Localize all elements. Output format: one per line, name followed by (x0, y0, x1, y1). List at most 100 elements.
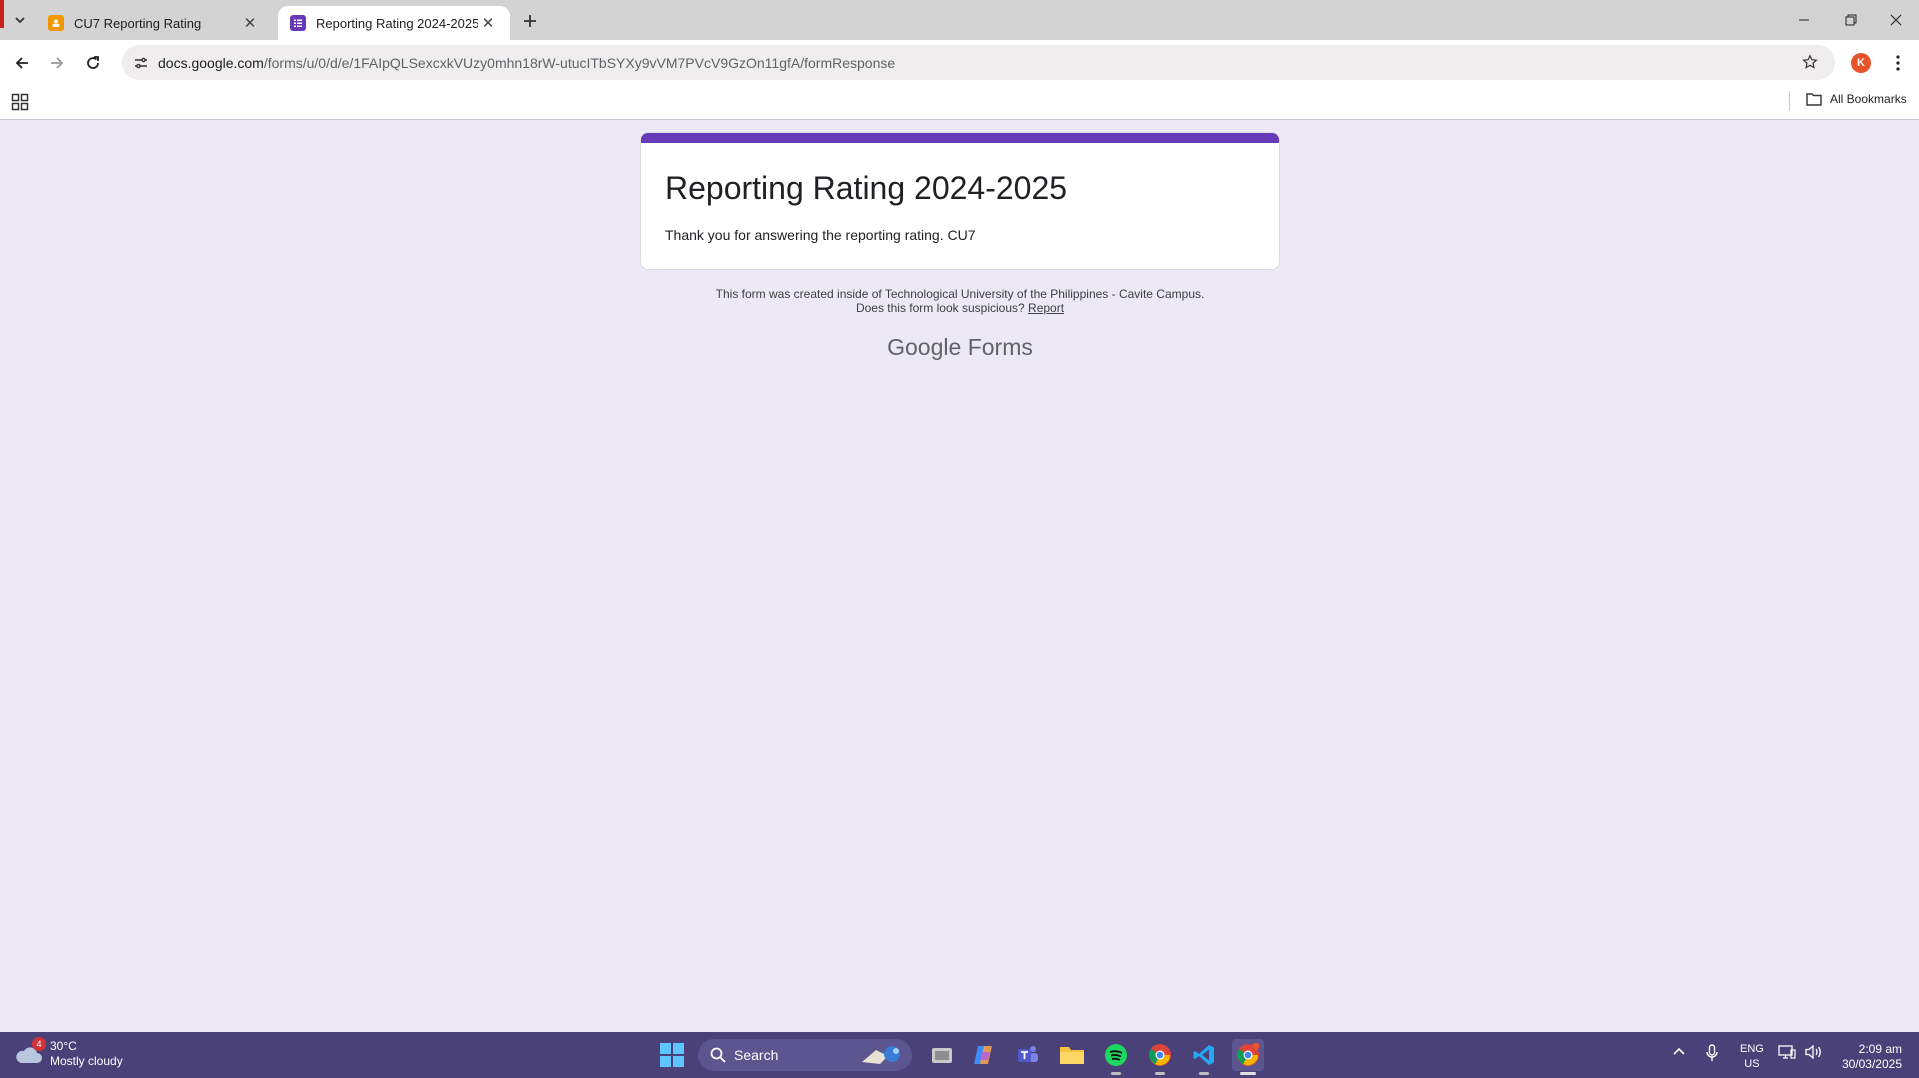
tab-cu7-reporting-rating[interactable]: CU7 Reporting Rating ✕ (36, 6, 272, 40)
tab-strip: CU7 Reporting Rating ✕ Reporting Rating … (0, 0, 1919, 40)
close-icon[interactable]: ✕ (240, 13, 260, 33)
forms-icon (290, 15, 306, 31)
teams-button[interactable] (1012, 1039, 1044, 1071)
network-icon (1778, 1045, 1796, 1059)
arrow-right-icon (51, 57, 64, 69)
vscode-button[interactable] (1188, 1039, 1220, 1075)
chrome-icon (1237, 1043, 1260, 1066)
restore-icon (1845, 14, 1857, 26)
clock-time: 2:09 am (1858, 1042, 1902, 1056)
url-host: docs.google.com (158, 54, 264, 71)
vscode-icon (1193, 1045, 1214, 1065)
window-edge-marker (0, 0, 4, 28)
running-indicator (1111, 1072, 1121, 1075)
bookmarks-bar: All Bookmarks (0, 85, 1919, 120)
windows-logo-tile (673, 1043, 684, 1054)
back-button[interactable] (7, 48, 37, 78)
url-text: docs.google.com/forms/u/0/d/e/1FAIpQLSex… (158, 55, 895, 71)
show-hidden-icons-button[interactable] (1672, 1046, 1686, 1056)
taskbar-search[interactable]: Search (698, 1039, 912, 1071)
task-view-button[interactable] (926, 1039, 958, 1071)
google-forms-logo[interactable]: Google Forms (640, 334, 1280, 361)
weather-desc: Mostly cloudy (50, 1054, 123, 1068)
all-bookmarks-label: All Bookmarks (1830, 92, 1907, 106)
chrome-active-button[interactable] (1232, 1039, 1264, 1075)
task-view-icon (932, 1048, 952, 1063)
all-bookmarks-button[interactable]: All Bookmarks (1806, 92, 1907, 106)
spotify-button[interactable] (1100, 1039, 1132, 1075)
close-icon[interactable]: ✕ (478, 13, 498, 33)
folder-icon (1060, 1047, 1084, 1064)
search-label: Search (734, 1047, 779, 1063)
form-origin-text: This form was created inside of Technolo… (715, 287, 1205, 301)
system-clock[interactable]: 2:09 am 30/03/2025 (1832, 1042, 1902, 1072)
site-info-icon[interactable] (126, 48, 156, 78)
folder-icon (1806, 93, 1822, 106)
address-bar[interactable]: docs.google.com/forms/u/0/d/e/1FAIpQLSex… (122, 45, 1835, 80)
restore-button[interactable] (1831, 6, 1871, 34)
new-tab-button[interactable] (518, 9, 542, 33)
spotify-icon (1105, 1044, 1127, 1066)
suspicious-line: Does this form look suspicious? Report (640, 301, 1280, 315)
active-indicator (1240, 1072, 1256, 1075)
reload-icon (87, 56, 99, 69)
chrome-icon (1149, 1044, 1171, 1066)
reload-button[interactable] (78, 48, 108, 78)
speaker-icon (1805, 1044, 1821, 1060)
windows-taskbar: 4 30°C Mostly cloudy Search ENG US 2:09 … (0, 1032, 1919, 1078)
minimize-button[interactable] (1784, 6, 1824, 34)
windows-logo-tile (660, 1043, 671, 1054)
teams-icon (1018, 1046, 1038, 1062)
running-indicator (1155, 1072, 1165, 1075)
plus-icon (524, 15, 536, 27)
tab-title: CU7 Reporting Rating (74, 15, 202, 31)
minimize-icon (1799, 19, 1809, 21)
chevron-down-icon (15, 17, 25, 24)
more-menu-button[interactable] (1886, 51, 1910, 75)
windows-logo-tile (673, 1056, 684, 1067)
suspicious-prompt: Does this form look suspicious? (855, 301, 1025, 315)
form-footer-note: This form was created inside of Technolo… (640, 287, 1280, 315)
chevron-up-icon (1673, 1047, 1685, 1055)
language-indicator[interactable]: ENG US (1740, 1042, 1764, 1072)
form-confirmation-card: Reporting Rating 2024-2025 Thank you for… (640, 132, 1280, 270)
windows-logo-tile (660, 1056, 671, 1067)
running-indicator (1199, 1072, 1209, 1075)
forward-button[interactable] (42, 48, 72, 78)
search-highlight-icon (862, 1046, 900, 1064)
report-link[interactable]: Report (1028, 301, 1064, 315)
copilot-icon (974, 1046, 992, 1064)
microphone-icon (1706, 1044, 1718, 1061)
file-explorer-button[interactable] (1056, 1039, 1088, 1071)
cloud-icon: 4 (14, 1037, 46, 1069)
close-window-button[interactable] (1876, 6, 1916, 34)
tab-reporting-rating-2024-2025[interactable]: Reporting Rating 2024-2025 ✕ (278, 6, 510, 40)
forms-wordmark: Forms (967, 334, 1033, 360)
bookmarks-divider (1789, 91, 1790, 111)
chrome-button[interactable] (1144, 1039, 1176, 1075)
confirmation-message: Thank you for answering the reporting ra… (665, 227, 976, 243)
url-path: /forms/u/0/d/e/1FAIpQLSexcxkVUzy0mhn18rW… (263, 54, 896, 71)
arrow-left-icon (15, 57, 28, 69)
google-wordmark: Google (887, 334, 962, 360)
browser-toolbar: docs.google.com/forms/u/0/d/e/1FAIpQLSex… (0, 40, 1919, 85)
apps-grid-icon[interactable] (11, 93, 29, 111)
weather-widget[interactable]: 4 30°C Mostly cloudy (14, 1037, 123, 1069)
slides-icon (48, 15, 64, 31)
profile-avatar[interactable]: K (1851, 53, 1871, 73)
region-code: US (1744, 1058, 1760, 1070)
search-icon (710, 1047, 726, 1063)
microphone-button[interactable] (1706, 1044, 1718, 1062)
form-title: Reporting Rating 2024-2025 (665, 170, 1068, 206)
volume-button[interactable] (1804, 1044, 1822, 1060)
bookmark-star-icon[interactable] (1799, 51, 1821, 73)
kebab-menu-icon (1896, 55, 1900, 71)
tab-search-button[interactable] (6, 8, 34, 32)
network-button[interactable] (1778, 1044, 1796, 1060)
start-button[interactable] (660, 1043, 684, 1067)
copilot-button[interactable] (968, 1039, 1000, 1071)
tab-title: Reporting Rating 2024-2025 (316, 15, 478, 31)
language-code: ENG (1740, 1043, 1764, 1055)
clock-date: 30/03/2025 (1841, 1057, 1902, 1071)
weather-temp: 30°C (50, 1039, 77, 1053)
